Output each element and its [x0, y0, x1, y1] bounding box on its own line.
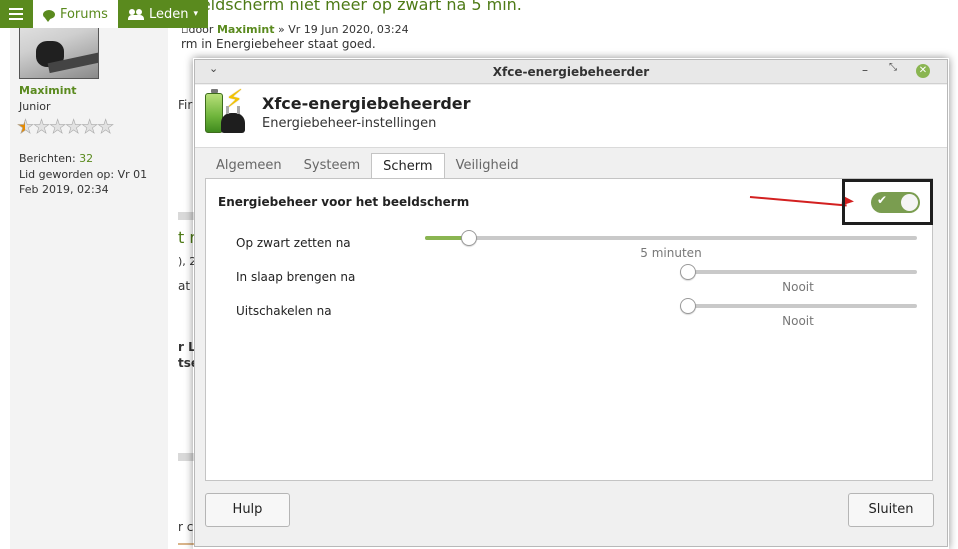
- nav-members-tab[interactable]: Leden ▾: [118, 0, 208, 28]
- forum-nav-bar: Forums Leden ▾: [0, 0, 208, 28]
- nav-forums-label: Forums: [59, 6, 108, 22]
- blank-after-label: Op zwart zetten na: [236, 236, 351, 250]
- slider-handle[interactable]: [680, 298, 696, 314]
- window-title: Xfce-energiebeheerder: [492, 65, 650, 79]
- display-power-toggle-label: Energiebeheer voor het beeldscherm: [218, 195, 470, 209]
- switch-off-after-label: Uitschakelen na: [236, 304, 332, 318]
- switch-off-after-slider[interactable]: [680, 298, 917, 314]
- sleep-after-value: Nooit: [782, 280, 814, 294]
- tab-veiligheid[interactable]: Veiligheid: [445, 153, 530, 179]
- dialog-header: ⚡ Xfce-energiebeheerder Energiebeheer-in…: [195, 85, 947, 148]
- help-button[interactable]: Hulp: [205, 493, 290, 527]
- tab-systeem[interactable]: Systeem: [293, 153, 371, 179]
- chevron-down-icon: ▾: [193, 9, 198, 19]
- sleep-after-slider[interactable]: [680, 264, 917, 280]
- hamburger-menu-icon[interactable]: [0, 0, 33, 28]
- nav-forums-tab[interactable]: Forums: [32, 0, 118, 28]
- users-icon: [127, 8, 144, 20]
- close-window-icon[interactable]: ✕: [916, 64, 930, 78]
- app-subtitle: Energiebeheer-instellingen: [262, 116, 437, 131]
- power-manager-dialog: ⌄ Xfce-energiebeheerder – ⤡ ✕ ⚡ Xfce-ene…: [194, 59, 948, 547]
- user-rank: Junior: [19, 100, 51, 113]
- annotation-arrow: [749, 196, 847, 207]
- tab-algemeen[interactable]: Algemeen: [205, 153, 293, 179]
- toggle-knob: [901, 194, 918, 211]
- settings-tabs: Algemeen Systeem Scherm Veiligheid: [205, 153, 530, 179]
- user-name-link[interactable]: Maximint: [19, 84, 77, 97]
- nav-members-label: Leden: [148, 6, 189, 22]
- sleep-after-label: In slaap brengen na: [236, 270, 356, 284]
- chat-bubble-icon: [42, 9, 55, 22]
- post-author-link[interactable]: Maximint: [217, 23, 275, 36]
- blank-after-slider[interactable]: [425, 230, 917, 246]
- user-joined-date: Lid geworden op: Vr 01 Feb 2019, 02:34: [19, 168, 148, 196]
- power-plug-icon: [221, 106, 245, 133]
- check-icon: ✔: [877, 193, 888, 207]
- minimize-icon[interactable]: –: [862, 63, 868, 77]
- slider-handle[interactable]: [461, 230, 477, 246]
- screen-settings-panel: Energiebeheer voor het beeldscherm ✔ Op …: [205, 178, 933, 481]
- tab-scherm[interactable]: Scherm: [371, 153, 445, 179]
- user-post-count: Berichten: 32: [19, 152, 93, 165]
- window-titlebar[interactable]: ⌄ Xfce-energiebeheerder – ⤡ ✕: [195, 60, 947, 84]
- post-meta: ▫door Maximint » Vr 19 Jun 2020, 03:24: [181, 23, 409, 36]
- display-power-toggle[interactable]: ✔: [871, 192, 920, 213]
- post-body-fragment: rm in Energiebeheer staat goed.: [181, 37, 376, 51]
- forum-user-sidebar: [10, 0, 168, 549]
- post-title[interactable]: Beeldscherm niet meer op zwart na 5 min.: [180, 0, 522, 14]
- post-count-label: Berichten:: [19, 152, 76, 165]
- switch-off-after-value: Nooit: [782, 314, 814, 328]
- post-snippet: r c: [178, 520, 194, 534]
- slider-handle[interactable]: [680, 264, 696, 280]
- post-snippet: Fir: [178, 98, 193, 112]
- user-rating-stars: ★★★★★★: [17, 116, 115, 139]
- post-date: » Vr 19 Jun 2020, 03:24: [278, 23, 409, 36]
- app-title: Xfce-energiebeheerder: [262, 94, 471, 113]
- post-count-value[interactable]: 32: [79, 152, 93, 165]
- close-button[interactable]: Sluiten: [848, 493, 934, 527]
- blank-after-value: 5 minuten: [640, 246, 702, 260]
- maximize-icon[interactable]: ⤡: [889, 62, 897, 73]
